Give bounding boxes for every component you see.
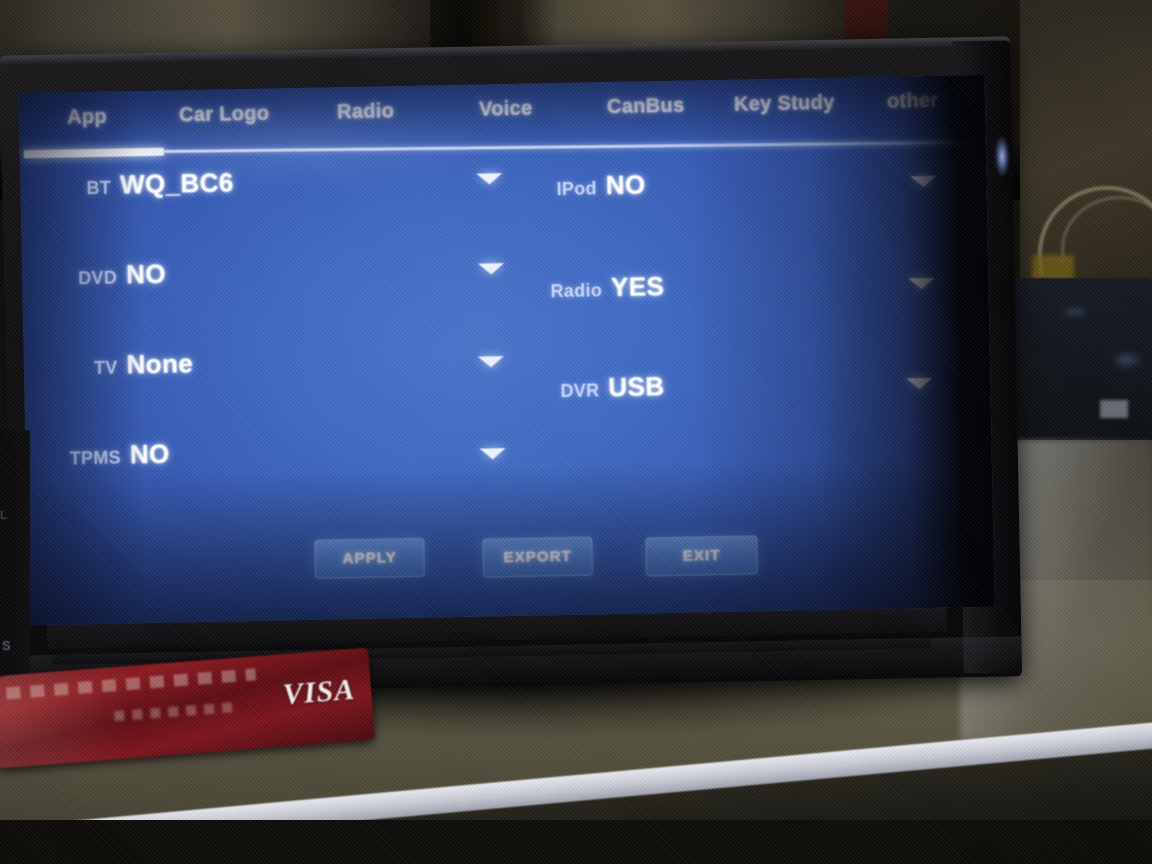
touchscreen-display[interactable]: App Car Logo Radio Voice CanBus Key Stud… [18,74,995,626]
car-head-unit: App Car Logo Radio Voice CanBus Key Stud… [0,36,1023,696]
background-gleam-2 [1110,350,1144,370]
photo-scene: App Car Logo Radio Voice CanBus Key Stud… [0,0,1152,864]
bezel-led-glow [994,136,1010,177]
side-marking-label-2: S [2,638,11,653]
background-gleam [1060,305,1090,319]
visa-logo: VISA [281,672,357,712]
side-marking-label-1: L [0,508,8,522]
background-white-label [1100,400,1128,418]
screen-vignette-right [684,74,995,613]
floor-area [0,820,1152,864]
